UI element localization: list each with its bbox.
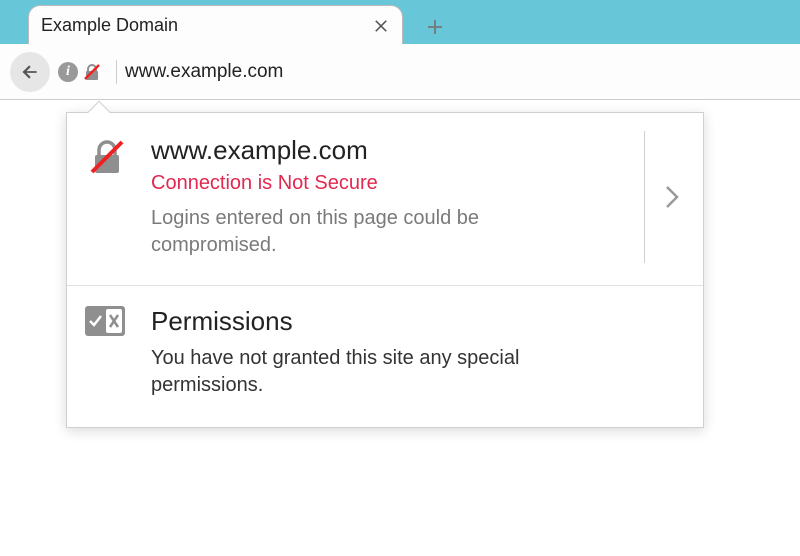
insecure-lock-large-icon — [85, 135, 143, 259]
chevron-right-icon — [665, 185, 679, 209]
insecure-lock-icon — [82, 62, 102, 82]
security-details-button[interactable] — [659, 135, 685, 259]
toolbar-separator — [116, 60, 117, 84]
back-arrow-icon — [20, 62, 40, 82]
site-identity-block[interactable]: i — [58, 62, 102, 82]
tab-title: Example Domain — [41, 15, 372, 36]
url-input[interactable] — [125, 61, 790, 83]
permissions-icon — [85, 306, 143, 399]
browser-tab[interactable]: Example Domain — [28, 5, 403, 45]
info-icon: i — [58, 62, 78, 82]
permissions-title: Permissions — [151, 306, 685, 337]
security-section: www.example.com Connection is Not Secure… — [67, 113, 703, 285]
security-status: Connection is Not Secure — [151, 172, 626, 195]
security-description: Logins entered on this page could be com… — [151, 205, 571, 259]
permissions-section: Permissions You have not granted this si… — [67, 286, 703, 427]
tab-close-icon[interactable] — [372, 17, 390, 35]
site-identity-popup: www.example.com Connection is Not Secure… — [66, 112, 704, 428]
security-host: www.example.com — [151, 135, 626, 166]
back-button[interactable] — [10, 52, 50, 92]
section-divider — [644, 131, 645, 263]
permissions-description: You have not granted this site any speci… — [151, 345, 611, 399]
new-tab-button[interactable] — [415, 10, 455, 44]
toolbar: i — [0, 44, 800, 100]
